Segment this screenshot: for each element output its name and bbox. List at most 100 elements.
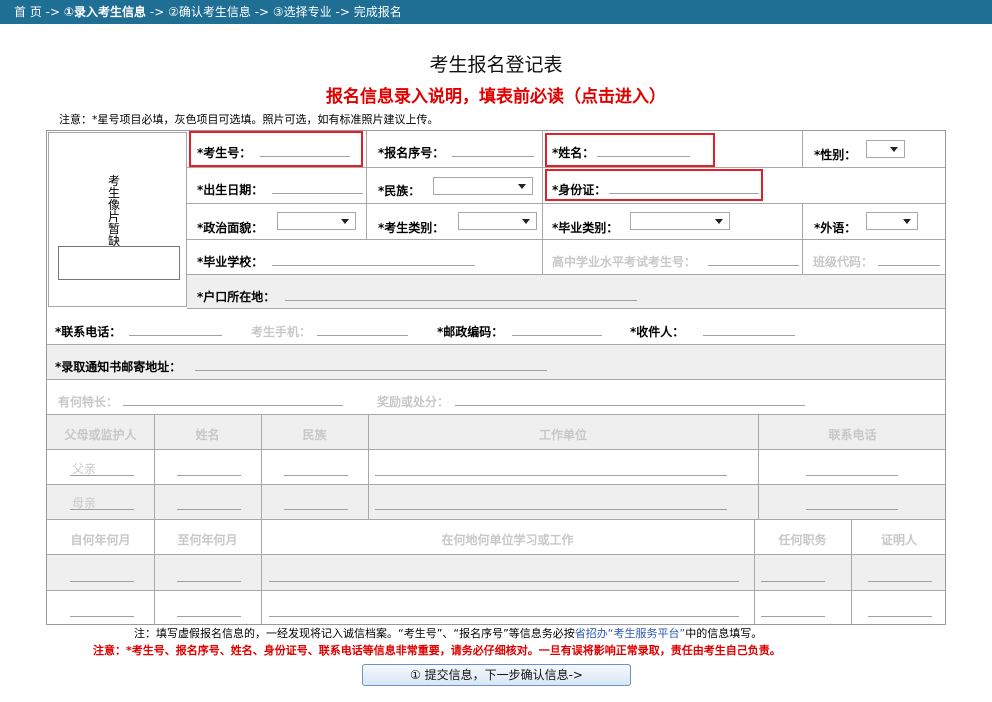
mother-name-input[interactable]	[177, 497, 241, 510]
page-title: 考生报名登记表	[429, 54, 563, 76]
photo-placeholder: 考生像片暂缺	[107, 174, 120, 248]
label-mail-address: *录取通知书邮寄地址：	[55, 360, 182, 374]
highlight-id-card	[545, 169, 763, 201]
breadcrumb-step-2: ②确认考生信息	[168, 5, 251, 19]
breadcrumb-home[interactable]: 首 页	[14, 5, 42, 19]
label-hukou: *户口所在地：	[197, 290, 276, 304]
label-mobile: 考生手机：	[251, 325, 312, 339]
label-birth-date: *出生日期：	[197, 183, 264, 197]
highlight-exam-no	[189, 131, 363, 167]
ethnicity-select[interactable]	[433, 177, 533, 195]
family-header-name: 姓名	[195, 428, 220, 442]
breadcrumb-step-1: ①录入考生信息	[63, 5, 147, 19]
chevron-down-icon	[890, 147, 898, 152]
grad-type-select[interactable]	[630, 212, 730, 230]
father-name-input[interactable]	[177, 463, 241, 476]
history-header-from: 自何年何月	[70, 533, 131, 547]
label-gender: *性别：	[814, 148, 857, 162]
father-phone-input[interactable]	[806, 463, 898, 476]
breadcrumb-separator: ->	[254, 5, 270, 19]
mother-phone-input[interactable]	[806, 497, 898, 510]
label-specialty: 有何特长：	[58, 395, 119, 409]
label-ethnicity: *民族：	[378, 184, 421, 198]
phone-input[interactable]	[129, 323, 222, 336]
label-politics: *政治面貌：	[197, 221, 264, 235]
form-instructions: 注意：*星号项目必填，灰色项目可选填。照片可选，如有标准照片建议上传。	[59, 113, 439, 126]
breadcrumb-separator: ->	[149, 5, 165, 19]
label-hs-exam-no: 高中学业水平考试考生号：	[552, 255, 697, 269]
class-code-input[interactable]	[878, 253, 940, 266]
family-header-phone: 联系电话	[828, 428, 877, 442]
label-grad-type: *毕业类别：	[552, 221, 619, 235]
history-to-input[interactable]	[177, 604, 241, 617]
specialty-input[interactable]	[123, 393, 343, 406]
family-header-employer: 工作单位	[538, 428, 587, 442]
label-postcode: *邮政编码：	[437, 325, 504, 339]
label-class-code: 班级代码：	[813, 255, 874, 269]
chevron-down-icon	[518, 184, 526, 189]
hukou-input[interactable]	[285, 288, 637, 301]
chevron-down-icon	[903, 219, 911, 224]
awards-input[interactable]	[455, 393, 805, 406]
history-header-place: 在何地何单位学习或工作	[441, 533, 574, 547]
family-header-ethnicity: 民族	[302, 428, 327, 442]
breadcrumb: 首 页 -> ①录入考生信息 -> ②确认考生信息 -> ③选择专业 -> 完成…	[14, 0, 402, 24]
breadcrumb-step-3: ③选择专业	[272, 5, 332, 19]
label-language: *外语：	[814, 221, 857, 235]
father-ethnicity-input[interactable]	[284, 463, 348, 476]
history-to-input[interactable]	[177, 569, 241, 582]
recipient-input[interactable]	[703, 323, 795, 336]
label-recipient: *收件人：	[630, 325, 685, 339]
candidate-type-select[interactable]	[458, 212, 537, 230]
submit-button[interactable]: ① 提交信息，下一步确认信息->	[362, 664, 631, 686]
label-candidate-type: *考生类别：	[378, 221, 445, 235]
father-relation-input[interactable]	[70, 463, 134, 476]
footer-warning: 注意：*考生号、报名序号、姓名、身份证号、联系电话等信息非常重要，请务必仔细核对…	[93, 644, 781, 657]
photo-upload-field[interactable]	[58, 246, 180, 280]
postcode-input[interactable]	[512, 323, 602, 336]
mail-address-input[interactable]	[195, 358, 547, 371]
language-select[interactable]	[866, 212, 918, 230]
registration-form: 考生像片暂缺 *考生号： *报名序号： *姓名： *性别： *出生日期： *民族…	[46, 130, 946, 625]
history-place-input[interactable]	[269, 604, 739, 617]
birth-date-input[interactable]	[272, 181, 363, 194]
breadcrumb-step-4: 完成报名	[353, 5, 402, 19]
history-from-input[interactable]	[70, 604, 134, 617]
history-header-to: 至何年何月	[177, 533, 238, 547]
label-reg-no: *报名序号：	[378, 146, 445, 160]
history-place-input[interactable]	[269, 569, 739, 582]
father-employer-input[interactable]	[375, 463, 727, 476]
highlight-name	[545, 133, 715, 167]
chevron-down-icon	[715, 219, 723, 224]
chevron-down-icon	[341, 219, 349, 224]
history-from-input[interactable]	[70, 569, 134, 582]
history-header-witness: 证明人	[880, 533, 917, 547]
footer-note-suffix: 中的信息填写。	[685, 627, 763, 640]
footer-note-text: 注：填写虚假报名信息的，一经发现将记入诚信档案。“考生号”、“报名序号”等信息务…	[134, 627, 575, 640]
label-school: *毕业学校：	[197, 255, 264, 269]
breadcrumb-bar: 首 页 -> ①录入考生信息 -> ②确认考生信息 -> ③选择专业 -> 完成…	[0, 0, 992, 24]
breadcrumb-separator: ->	[45, 5, 61, 19]
service-platform-link[interactable]: 省招办“考生服务平台”	[575, 627, 685, 640]
history-witness-input[interactable]	[868, 569, 932, 582]
label-phone: *联系电话：	[55, 325, 122, 339]
history-position-input[interactable]	[761, 604, 825, 617]
mother-relation-input[interactable]	[70, 497, 134, 510]
mother-ethnicity-input[interactable]	[284, 497, 348, 510]
mother-employer-input[interactable]	[375, 497, 727, 510]
chevron-down-icon	[522, 219, 530, 224]
photo-panel: 考生像片暂缺	[48, 132, 187, 307]
politics-select[interactable]	[277, 212, 356, 230]
instructions-link[interactable]: 报名信息录入说明，填表前必读（点击进入）	[0, 82, 992, 107]
history-position-input[interactable]	[761, 569, 825, 582]
label-awards: 奖励或处分：	[377, 395, 450, 409]
footer-note: 注：填写虚假报名信息的，一经发现将记入诚信档案。“考生号”、“报名序号”等信息务…	[134, 625, 762, 641]
history-header-position: 任何职务	[778, 533, 827, 547]
school-input[interactable]	[272, 253, 475, 266]
hs-exam-no-input[interactable]	[708, 253, 799, 266]
family-header-guardian: 父母或监护人	[64, 428, 137, 442]
gender-select[interactable]	[866, 140, 905, 158]
mobile-input[interactable]	[317, 323, 408, 336]
reg-no-input[interactable]	[452, 144, 534, 157]
history-witness-input[interactable]	[868, 604, 932, 617]
